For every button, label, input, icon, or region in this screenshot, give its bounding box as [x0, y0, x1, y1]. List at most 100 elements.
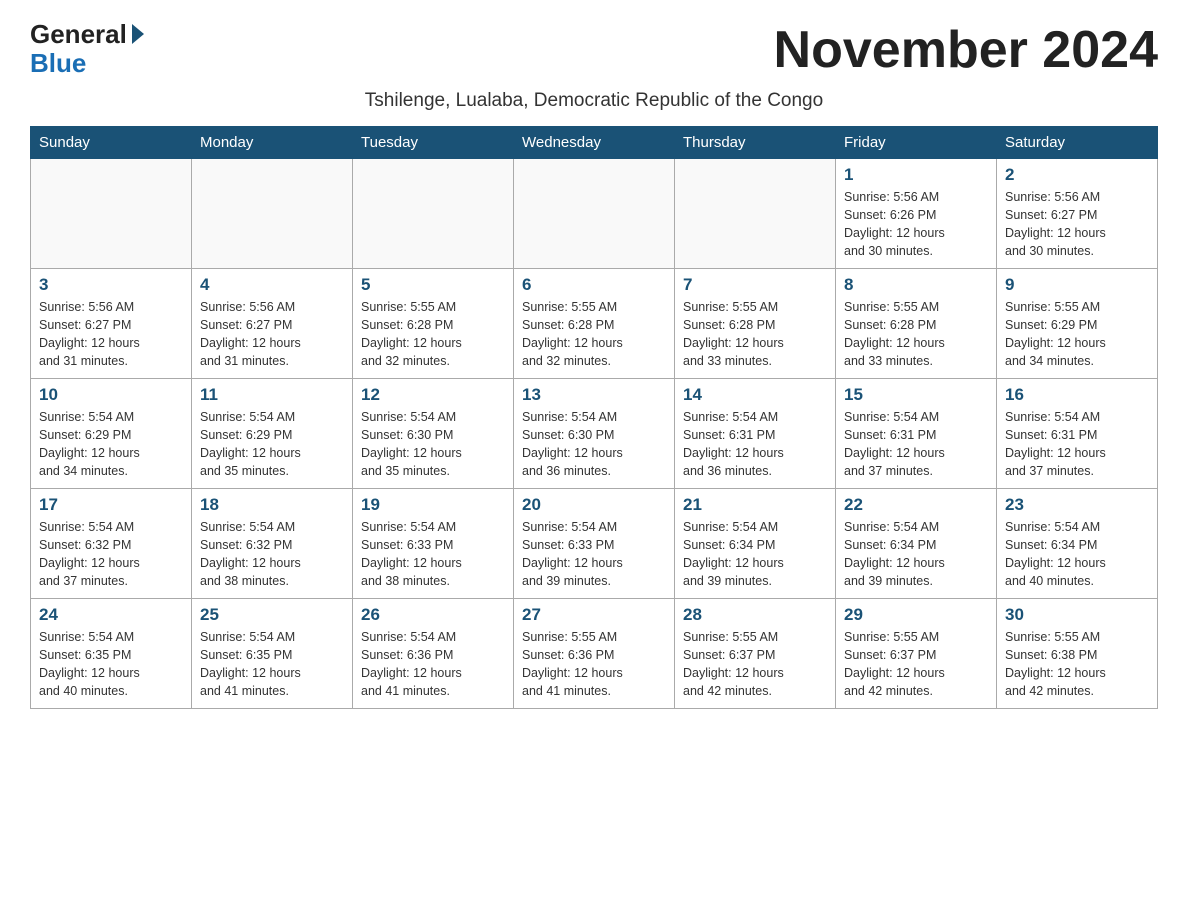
day-info: Sunrise: 5:54 AMSunset: 6:35 PMDaylight:…	[39, 628, 183, 701]
calendar-week-row: 3 Sunrise: 5:56 AMSunset: 6:27 PMDaylight…	[31, 269, 1158, 379]
day-info: Sunrise: 5:54 AMSunset: 6:31 PMDaylight:…	[683, 408, 827, 481]
calendar-cell: 28Sunrise: 5:55 AMSunset: 6:37 PMDayligh…	[675, 599, 836, 709]
day-number: 14	[683, 385, 827, 405]
day-number: 29	[844, 605, 988, 625]
calendar-cell: 3 Sunrise: 5:56 AMSunset: 6:27 PMDaylight…	[31, 269, 192, 379]
day-number: 27	[522, 605, 666, 625]
calendar-cell: 24Sunrise: 5:54 AMSunset: 6:35 PMDayligh…	[31, 599, 192, 709]
day-header-tuesday: Tuesday	[353, 127, 514, 159]
calendar-cell: 21 Sunrise: 5:54 AMSunset: 6:34 PMDayligh…	[675, 489, 836, 599]
day-number: 25	[200, 605, 344, 625]
day-info: Sunrise: 5:55 AMSunset: 6:37 PMDaylight:…	[844, 628, 988, 701]
calendar-cell: 7 Sunrise: 5:55 AMSunset: 6:28 PMDaylight…	[675, 269, 836, 379]
logo-blue-text: Blue	[30, 49, 86, 78]
day-number: 19	[361, 495, 505, 515]
calendar-cell	[353, 159, 514, 269]
day-info: Sunrise: 5:54 AMSunset: 6:32 PMDaylight:…	[39, 518, 183, 591]
calendar-cell: 30Sunrise: 5:55 AMSunset: 6:38 PMDayligh…	[997, 599, 1158, 709]
day-number: 16	[1005, 385, 1149, 405]
calendar-cell	[192, 159, 353, 269]
calendar-cell: 4 Sunrise: 5:56 AMSunset: 6:27 PMDaylight…	[192, 269, 353, 379]
calendar-cell	[31, 159, 192, 269]
calendar-cell: 17 Sunrise: 5:54 AMSunset: 6:32 PMDayligh…	[31, 489, 192, 599]
day-number: 8	[844, 275, 988, 295]
logo-arrow-icon	[132, 24, 144, 44]
day-info: Sunrise: 5:54 AMSunset: 6:33 PMDaylight:…	[361, 518, 505, 591]
day-header-saturday: Saturday	[997, 127, 1158, 159]
calendar-cell: 9Sunrise: 5:55 AMSunset: 6:29 PMDaylight…	[997, 269, 1158, 379]
logo-general-text: General	[30, 20, 127, 49]
day-number: 2	[1005, 165, 1149, 185]
calendar-cell: 20 Sunrise: 5:54 AMSunset: 6:33 PMDayligh…	[514, 489, 675, 599]
calendar-cell: 2 Sunrise: 5:56 AMSunset: 6:27 PMDaylight…	[997, 159, 1158, 269]
day-number: 18	[200, 495, 344, 515]
day-number: 17	[39, 495, 183, 515]
day-info: Sunrise: 5:54 AMSunset: 6:34 PMDaylight:…	[844, 518, 988, 591]
day-info: Sunrise: 5:55 AMSunset: 6:28 PMDaylight:…	[522, 298, 666, 371]
day-number: 15	[844, 385, 988, 405]
calendar-cell: 1Sunrise: 5:56 AMSunset: 6:26 PMDaylight…	[836, 159, 997, 269]
day-number: 26	[361, 605, 505, 625]
day-info: Sunrise: 5:55 AMSunset: 6:28 PMDaylight:…	[683, 298, 827, 371]
day-header-sunday: Sunday	[31, 127, 192, 159]
day-info: Sunrise: 5:56 AMSunset: 6:27 PMDaylight:…	[200, 298, 344, 371]
day-info: Sunrise: 5:54 AMSunset: 6:30 PMDaylight:…	[361, 408, 505, 481]
month-title: November 2024	[774, 20, 1158, 80]
day-header-monday: Monday	[192, 127, 353, 159]
day-info: Sunrise: 5:54 AMSunset: 6:32 PMDaylight:…	[200, 518, 344, 591]
day-info: Sunrise: 5:54 AMSunset: 6:30 PMDaylight:…	[522, 408, 666, 481]
calendar-cell	[514, 159, 675, 269]
day-info: Sunrise: 5:54 AMSunset: 6:34 PMDaylight:…	[683, 518, 827, 591]
calendar-week-row: 1Sunrise: 5:56 AMSunset: 6:26 PMDaylight…	[31, 159, 1158, 269]
calendar-week-row: 10Sunrise: 5:54 AMSunset: 6:29 PMDayligh…	[31, 379, 1158, 489]
calendar-cell: 13 Sunrise: 5:54 AMSunset: 6:30 PMDayligh…	[514, 379, 675, 489]
day-number: 3	[39, 275, 183, 295]
day-info: Sunrise: 5:55 AMSunset: 6:37 PMDaylight:…	[683, 628, 827, 701]
day-number: 10	[39, 385, 183, 405]
day-info: Sunrise: 5:55 AMSunset: 6:28 PMDaylight:…	[844, 298, 988, 371]
calendar-cell: 11Sunrise: 5:54 AMSunset: 6:29 PMDayligh…	[192, 379, 353, 489]
day-number: 4	[200, 275, 344, 295]
day-header-wednesday: Wednesday	[514, 127, 675, 159]
day-number: 5	[361, 275, 505, 295]
day-info: Sunrise: 5:55 AMSunset: 6:28 PMDaylight:…	[361, 298, 505, 371]
calendar-table: SundayMondayTuesdayWednesdayThursdayFrid…	[30, 126, 1158, 709]
calendar-cell: 14 Sunrise: 5:54 AMSunset: 6:31 PMDayligh…	[675, 379, 836, 489]
calendar-cell: 22 Sunrise: 5:54 AMSunset: 6:34 PMDayligh…	[836, 489, 997, 599]
day-number: 21	[683, 495, 827, 515]
day-info: Sunrise: 5:54 AMSunset: 6:33 PMDaylight:…	[522, 518, 666, 591]
calendar-cell: 15 Sunrise: 5:54 AMSunset: 6:31 PMDayligh…	[836, 379, 997, 489]
day-info: Sunrise: 5:54 AMSunset: 6:35 PMDaylight:…	[200, 628, 344, 701]
calendar-cell: 18 Sunrise: 5:54 AMSunset: 6:32 PMDayligh…	[192, 489, 353, 599]
day-info: Sunrise: 5:54 AMSunset: 6:31 PMDaylight:…	[1005, 408, 1149, 481]
logo: General Blue	[30, 20, 144, 77]
day-info: Sunrise: 5:54 AMSunset: 6:31 PMDaylight:…	[844, 408, 988, 481]
day-number: 22	[844, 495, 988, 515]
calendar-cell	[675, 159, 836, 269]
subtitle: Tshilenge, Lualaba, Democratic Republic …	[30, 90, 1158, 112]
calendar-cell: 16 Sunrise: 5:54 AMSunset: 6:31 PMDayligh…	[997, 379, 1158, 489]
calendar-week-row: 17 Sunrise: 5:54 AMSunset: 6:32 PMDayligh…	[31, 489, 1158, 599]
day-info: Sunrise: 5:56 AMSunset: 6:27 PMDaylight:…	[39, 298, 183, 371]
calendar-header-row: SundayMondayTuesdayWednesdayThursdayFrid…	[31, 127, 1158, 159]
day-number: 7	[683, 275, 827, 295]
day-number: 13	[522, 385, 666, 405]
day-header-thursday: Thursday	[675, 127, 836, 159]
day-info: Sunrise: 5:56 AMSunset: 6:27 PMDaylight:…	[1005, 188, 1149, 261]
day-info: Sunrise: 5:56 AMSunset: 6:26 PMDaylight:…	[844, 188, 988, 261]
day-number: 23	[1005, 495, 1149, 515]
header: General Blue November 2024	[30, 20, 1158, 80]
day-info: Sunrise: 5:54 AMSunset: 6:34 PMDaylight:…	[1005, 518, 1149, 591]
day-info: Sunrise: 5:55 AMSunset: 6:36 PMDaylight:…	[522, 628, 666, 701]
day-number: 9	[1005, 275, 1149, 295]
day-header-friday: Friday	[836, 127, 997, 159]
day-number: 11	[200, 385, 344, 405]
calendar-cell: 12Sunrise: 5:54 AMSunset: 6:30 PMDayligh…	[353, 379, 514, 489]
calendar-cell: 8 Sunrise: 5:55 AMSunset: 6:28 PMDaylight…	[836, 269, 997, 379]
day-number: 30	[1005, 605, 1149, 625]
calendar-cell: 23 Sunrise: 5:54 AMSunset: 6:34 PMDayligh…	[997, 489, 1158, 599]
calendar-cell: 25 Sunrise: 5:54 AMSunset: 6:35 PMDayligh…	[192, 599, 353, 709]
calendar-cell: 10Sunrise: 5:54 AMSunset: 6:29 PMDayligh…	[31, 379, 192, 489]
calendar-week-row: 24Sunrise: 5:54 AMSunset: 6:35 PMDayligh…	[31, 599, 1158, 709]
day-number: 20	[522, 495, 666, 515]
